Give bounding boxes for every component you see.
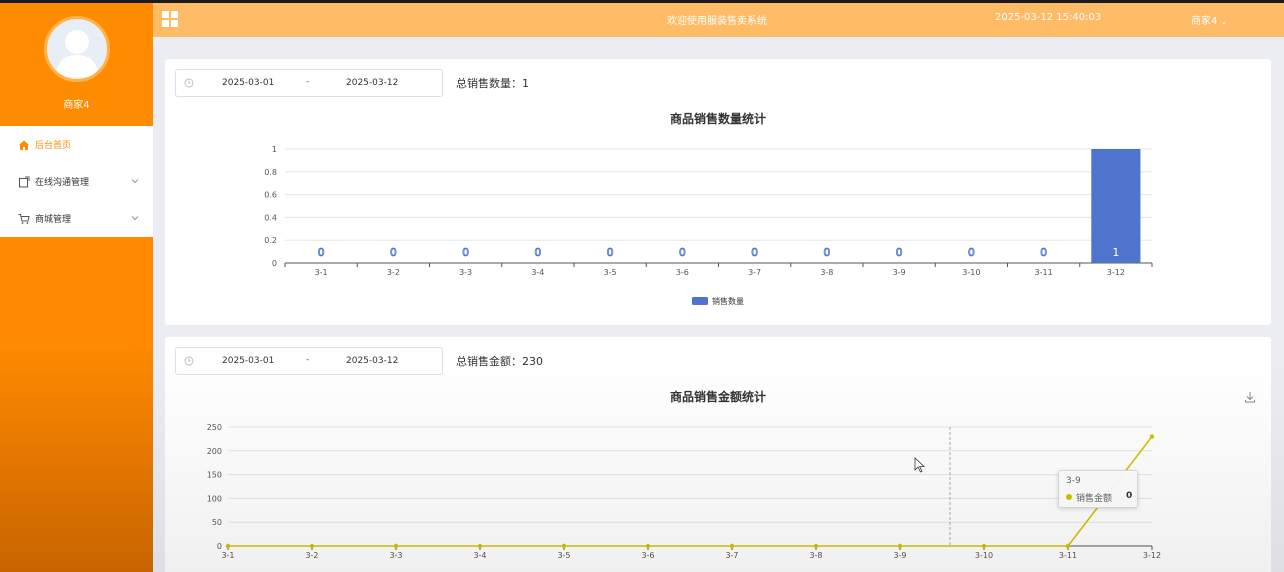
user-dropdown[interactable]: 商家4 ⌄ [1191, 12, 1227, 27]
x-tick-label: 3-9 [893, 551, 906, 560]
sidebar-item-online-chat[interactable]: 在线沟通管理 [0, 163, 153, 200]
x-tick-label: 3-3 [389, 551, 402, 560]
top-header: 欢迎使用服装售卖系统 2025-03-12 15:40:03 商家4 ⌄ [153, 0, 1284, 37]
tooltip-series-dot [1066, 494, 1072, 500]
window-edge [0, 0, 153, 3]
tooltip-title: 3-9 [1066, 476, 1081, 486]
sidebar-item-label: 商城管理 [35, 215, 72, 225]
chevron-down-icon [131, 216, 139, 221]
x-tick-label: 3-5 [604, 268, 617, 277]
tooltip-series-name: 销售金额 [1076, 494, 1113, 504]
bar-value-label: 0 [968, 246, 975, 259]
x-tick-label: 3-11 [1059, 551, 1077, 560]
x-tick-label: 3-8 [809, 551, 822, 560]
x-tick-label: 3-12 [1107, 268, 1125, 277]
legend-swatch [692, 297, 708, 305]
bar-value-label: 0 [1040, 246, 1047, 259]
x-tick-label: 3-7 [748, 268, 761, 277]
chevron-down-icon [131, 179, 139, 184]
sidebar-item-mall[interactable]: 商城管理 [0, 200, 153, 237]
x-tick-label: 3-1 [221, 551, 234, 560]
y-tick-label: 0.4 [264, 213, 277, 222]
x-tick-label: 3-12 [1143, 551, 1161, 560]
bar-value-label: 1 [1112, 246, 1119, 259]
data-point [813, 543, 819, 549]
x-tick-label: 3-4 [531, 268, 544, 277]
sidebar: 商家4 后台首页 在线沟通管理 商城管理 [0, 0, 153, 572]
x-tick-label: 3-3 [459, 268, 472, 277]
data-point [393, 543, 399, 549]
x-tick-label: 3-1 [315, 268, 328, 277]
current-datetime: 2025-03-12 15:40:03 [995, 12, 1102, 23]
x-tick-label: 3-9 [893, 268, 906, 277]
bar-value-label: 0 [751, 246, 758, 259]
x-tick-label: 3-6 [641, 551, 654, 560]
sidebar-item-label: 后台首页 [35, 141, 72, 151]
data-point [729, 543, 735, 549]
menu-toggle-grid-icon[interactable] [162, 11, 178, 27]
data-point [561, 543, 567, 549]
quantity-stats-card: 2025-03-01 - 2025-03-12 总销售数量：1 商品销售数量统计… [165, 59, 1271, 325]
amount-stats-card: 2025-03-01 - 2025-03-12 总销售金额：230 商品销售金额… [165, 337, 1271, 572]
data-point [309, 543, 315, 549]
sidebar-item-home[interactable]: 后台首页 [0, 126, 153, 163]
y-tick-label: 0 [217, 542, 222, 551]
x-tick-label: 3-2 [305, 551, 318, 560]
bar-value-label: 0 [679, 246, 686, 259]
x-tick-label: 3-6 [676, 268, 689, 277]
user-avatar-icon [55, 30, 99, 77]
data-point [1149, 434, 1155, 439]
data-point [1065, 543, 1071, 549]
chevron-down-icon: ⌄ [1220, 17, 1228, 26]
y-tick-label: 200 [207, 447, 222, 456]
x-tick-label: 3-10 [962, 268, 980, 277]
sidebar-menu: 后台首页 在线沟通管理 商城管理 [0, 126, 153, 237]
avatar[interactable] [44, 16, 110, 82]
bar-value-label: 0 [318, 246, 325, 259]
user-dropdown-label: 商家4 [1191, 16, 1218, 27]
bar-value-label: 0 [462, 246, 469, 259]
legend-label: 销售数量 [712, 296, 744, 306]
x-tick-label: 3-10 [975, 551, 993, 560]
y-tick-label: 100 [207, 494, 222, 503]
bar-value-label: 0 [534, 246, 541, 259]
data-point [645, 543, 651, 549]
data-point [477, 543, 483, 549]
data-point [897, 543, 903, 549]
tooltip-value: 0 [1126, 491, 1133, 501]
y-tick-label: 50 [212, 518, 222, 527]
chart-tooltip: 3-9 销售金额 0 [1058, 470, 1138, 508]
bar-value-label: 0 [607, 246, 614, 259]
y-tick-label: 0 [272, 259, 277, 268]
sales-quantity-bar-chart: 00.20.40.60.813-103-203-303-403-503-603-… [264, 145, 1153, 306]
data-point [981, 543, 987, 549]
cart-icon [18, 213, 30, 224]
bar-value-label: 0 [390, 246, 397, 259]
data-point [225, 543, 231, 549]
y-tick-label: 0.6 [264, 191, 277, 200]
mouse-cursor-icon [914, 457, 926, 473]
bar-value-label: 0 [896, 246, 903, 259]
welcome-text: 欢迎使用服装售卖系统 [667, 16, 767, 27]
chat-doc-icon [19, 176, 30, 187]
y-tick-label: 1 [272, 145, 277, 154]
y-tick-label: 0.2 [264, 236, 277, 245]
x-tick-label: 3-11 [1035, 268, 1053, 277]
y-tick-label: 0.8 [264, 168, 277, 177]
x-tick-label: 3-4 [473, 551, 486, 560]
home-icon [19, 140, 29, 150]
x-tick-label: 3-8 [820, 268, 833, 277]
sidebar-item-label: 在线沟通管理 [35, 178, 90, 188]
y-tick-label: 150 [207, 471, 222, 480]
bar-value-label: 0 [823, 246, 830, 259]
sidebar-username: 商家4 [63, 100, 90, 111]
window-edge [153, 0, 1284, 3]
x-tick-label: 3-5 [557, 551, 570, 560]
x-tick-label: 3-2 [387, 268, 400, 277]
series-line [228, 436, 1153, 547]
x-tick-label: 3-7 [725, 551, 738, 560]
y-tick-label: 250 [207, 423, 222, 432]
sales-amount-line-chart: 0 50 100 150 200 250 3-1 3-2 3-3 3-4 3-5 3-6 3-7 3-8 3… [207, 423, 1161, 560]
